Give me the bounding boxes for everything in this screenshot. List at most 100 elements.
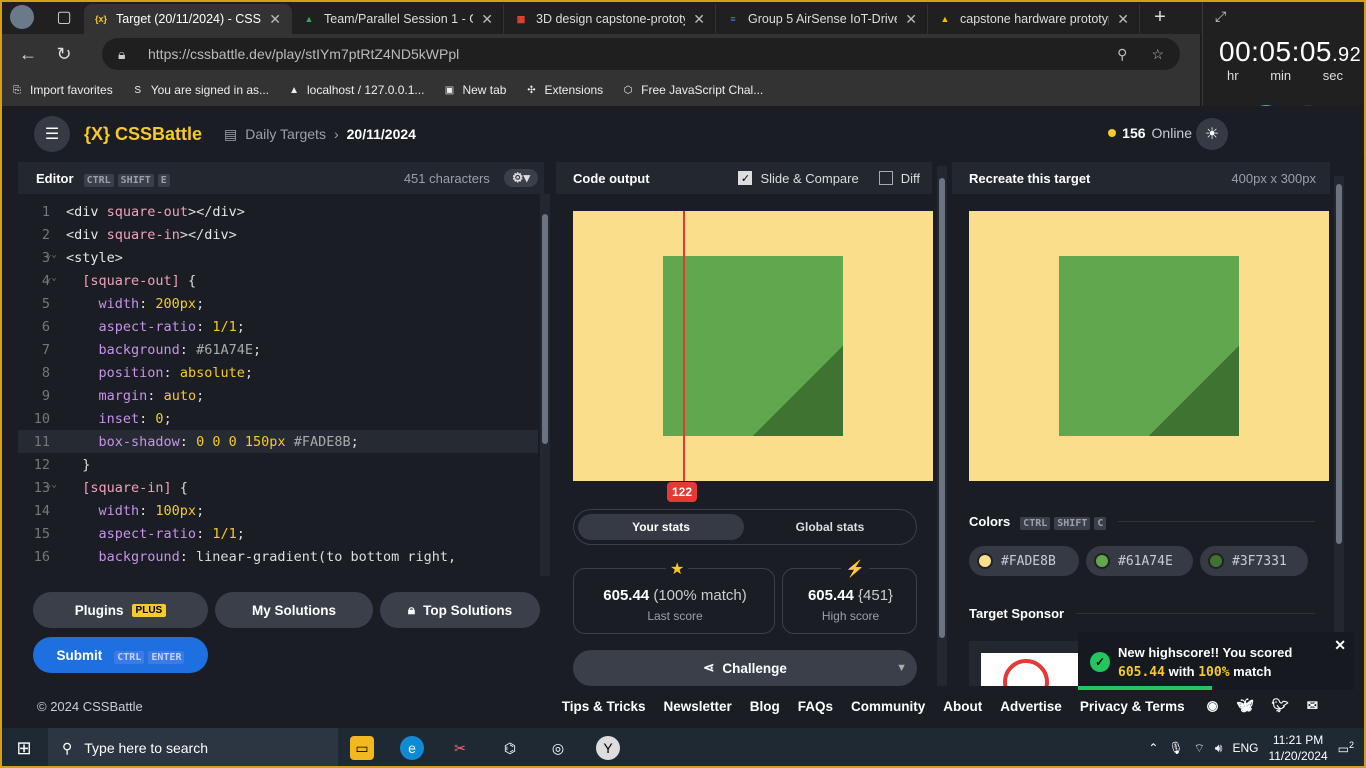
close-tab-icon[interactable]: ✕ <box>261 11 281 28</box>
code-line[interactable]: 1 <div square-out></div> <box>18 200 538 223</box>
plugins-button[interactable]: Plugins PLUS <box>33 592 208 628</box>
footer-link[interactable]: Blog <box>750 699 780 714</box>
close-icon[interactable]: ✕ <box>1334 637 1346 654</box>
back-button[interactable]: ← <box>10 36 46 72</box>
browser-tab[interactable]: ▲ capstone hardware prototyp ✕ <box>928 4 1140 34</box>
bluesky-icon[interactable]: 🦋︎ <box>1236 698 1253 714</box>
app-icon[interactable]: Y <box>596 736 620 760</box>
code-line[interactable]: 16 background: linear-gradient(to bottom… <box>18 545 538 568</box>
footer-link[interactable]: FAQs <box>798 699 833 714</box>
code-line[interactable]: 14 width: 100px; <box>18 499 538 522</box>
favorite-item[interactable]: ▲ localhost / 127.0.0.1... <box>287 83 424 97</box>
code-line[interactable]: 10 inset: 0; <box>18 407 538 430</box>
taskbar-search[interactable]: ⚲ Type here to search <box>48 728 338 768</box>
theme-toggle-icon[interactable]: ☀ <box>1196 118 1228 150</box>
clock[interactable]: 11:21 PM 11/20/2024 <box>1268 732 1327 764</box>
line-code: position: absolute; <box>98 364 253 381</box>
volume-icon[interactable]: 🔊︎ <box>1215 741 1223 756</box>
challenge-button[interactable]: ⋖ Challenge ▼ <box>573 650 917 686</box>
code-line[interactable]: 13 ⌄⌄ [square-in] { <box>18 476 538 499</box>
favorite-item[interactable]: ⬡ Free JavaScript Chal... <box>621 83 763 97</box>
address-bar[interactable]: 🔒︎ https://cssbattle.dev/play/stIYm7ptRt… <box>102 38 1180 70</box>
close-tab-icon[interactable]: ✕ <box>685 11 705 28</box>
chatgpt-icon[interactable]: ⌬ <box>498 736 522 760</box>
favorite-star-icon[interactable]: ☆ <box>1151 46 1164 63</box>
notifications-icon[interactable]: ▭2 <box>1338 740 1354 756</box>
mail-icon[interactable]: ✉ <box>1307 698 1318 714</box>
submit-button[interactable]: Submit CTRL ENTER <box>33 637 208 673</box>
line-number: 6 <box>41 318 50 335</box>
output-scrollbar[interactable] <box>937 166 947 686</box>
close-tab-icon[interactable]: ✕ <box>897 11 917 28</box>
breadcrumb: ▤ Daily Targets › 20/11/2024 <box>224 126 416 143</box>
code-line[interactable]: 2 <div square-in></div> <box>18 223 538 246</box>
code-line[interactable]: 4 ⌄⌄ [square-out] { <box>18 269 538 292</box>
code-line[interactable]: 15 aspect-ratio: 1/1; <box>18 522 538 545</box>
crumb-daily-targets[interactable]: Daily Targets <box>245 126 326 142</box>
edge-browser-icon[interactable]: e <box>400 736 424 760</box>
new-tab-button[interactable]: + <box>1140 6 1180 29</box>
microphone-icon[interactable]: 🎙︎ <box>1168 741 1183 755</box>
code-line[interactable]: 12 } <box>18 453 538 476</box>
twitter-icon[interactable]: 🐦︎ <box>1272 698 1289 714</box>
profile-avatar[interactable] <box>0 0 44 34</box>
chevron-up-icon[interactable]: ⌃ <box>1148 741 1158 755</box>
windows-start-icon[interactable]: ⊞ <box>0 728 48 768</box>
color-swatch-1[interactable]: #FADE8B <box>969 546 1079 576</box>
file-explorer-icon[interactable]: ▭ <box>350 736 374 760</box>
code-line[interactable]: 8 position: absolute; <box>18 361 538 384</box>
code-editor[interactable]: 1 <div square-out></div> 2 <div square-in><… <box>18 194 538 576</box>
discord-icon[interactable]: ◉ <box>1207 698 1219 714</box>
online-label: Online <box>1151 125 1192 141</box>
browser-tab[interactable]: {x} Target (20/11/2024) - CSSBat✕ <box>84 4 292 34</box>
editor-scrollbar[interactable] <box>540 194 550 576</box>
obs-icon[interactable]: ◎ <box>546 736 570 760</box>
favorite-item[interactable]: ▣ New tab <box>442 83 507 97</box>
favorite-item[interactable]: ⎘ Import favorites <box>10 83 113 97</box>
footer-link[interactable]: Advertise <box>1000 699 1062 714</box>
toast-score: 605.44 <box>1118 665 1165 680</box>
settings-gear-icon[interactable]: ⚙▾ <box>503 169 538 187</box>
expand-icon[interactable]: ⤢ <box>1215 8 1226 25</box>
browser-tab[interactable]: ▦ 3D design capstone-prototyp ✕ <box>504 4 716 34</box>
code-line[interactable]: 5 width: 200px; <box>18 292 538 315</box>
favorite-item[interactable]: S You are signed in as... <box>131 83 269 97</box>
color-swatch-2[interactable]: #61A74E <box>1086 546 1193 576</box>
top-solutions-button[interactable]: 🔒︎ Top Solutions <box>380 592 540 628</box>
code-line[interactable]: 9 margin: auto; <box>18 384 538 407</box>
code-line[interactable]: 7 background: #61A74E; <box>18 338 538 361</box>
output-canvas[interactable] <box>573 211 933 481</box>
menu-icon[interactable]: ☰ <box>34 116 70 152</box>
line-code: } <box>66 456 91 473</box>
close-tab-icon[interactable]: ✕ <box>1109 11 1129 28</box>
network-icon[interactable]: ⌔ <box>1194 741 1205 756</box>
tab-global-stats[interactable]: Global stats <box>748 514 912 540</box>
compare-slider-line[interactable] <box>683 211 685 481</box>
code-line[interactable]: 6 aspect-ratio: 1/1; <box>18 315 538 338</box>
slider-value-badge[interactable]: 122 <box>667 482 697 502</box>
zoom-icon[interactable]: ⚲ <box>1117 46 1127 63</box>
footer-link[interactable]: Newsletter <box>664 699 732 714</box>
tab-your-stats[interactable]: Your stats <box>578 514 744 540</box>
favorite-item[interactable]: ✣ Extensions <box>524 83 603 97</box>
my-solutions-button[interactable]: My Solutions <box>215 592 373 628</box>
color-swatch-3[interactable]: #3F7331 <box>1200 546 1308 576</box>
footer-link[interactable]: About <box>943 699 982 714</box>
slide-compare-checkbox[interactable]: ✓ <box>738 171 753 185</box>
refresh-button[interactable]: ↻ <box>46 36 82 72</box>
target-scrollbar[interactable] <box>1334 176 1344 686</box>
close-tab-icon[interactable]: ✕ <box>473 11 493 28</box>
snipping-tool-icon[interactable]: ✂ <box>448 736 472 760</box>
code-line[interactable]: 11 box-shadow: 0 0 0 150px #FADE8B; <box>18 430 538 453</box>
tab-actions-icon[interactable]: ▢ <box>44 0 84 34</box>
browser-tab[interactable]: ▲ Team/Parallel Session 1 - Goo✕ <box>292 4 504 34</box>
logo[interactable]: {X} CSSBattle <box>84 124 202 145</box>
footer-link[interactable]: Privacy & Terms <box>1080 699 1185 714</box>
footer-link[interactable]: Tips & Tricks <box>562 699 646 714</box>
browser-tab[interactable]: ≡ Group 5 AirSense IoT-Driven ✕ <box>716 4 928 34</box>
code-line[interactable]: 3 ⌄⌄ <style> <box>18 246 538 269</box>
last-score-card: ★ 605.44 (100% match) Last score <box>573 559 775 634</box>
diff-checkbox[interactable] <box>878 171 893 185</box>
language-indicator[interactable]: ENG <box>1232 741 1258 755</box>
footer-link[interactable]: Community <box>851 699 925 714</box>
